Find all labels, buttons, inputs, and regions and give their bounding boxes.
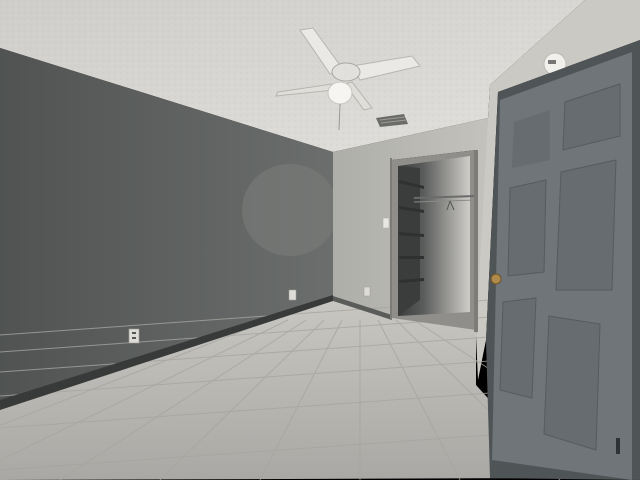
fan-light xyxy=(327,81,353,105)
door-panel xyxy=(543,315,601,451)
closet xyxy=(390,150,478,332)
doorknob-icon[interactable] xyxy=(490,273,502,285)
window-reflection xyxy=(242,164,338,256)
door[interactable] xyxy=(486,40,640,480)
bedroom-photo xyxy=(0,0,640,480)
electrical-outlet-icon xyxy=(288,289,297,301)
door-panel xyxy=(555,159,617,291)
light-switch[interactable] xyxy=(382,217,390,229)
electrical-outlet-icon xyxy=(363,286,371,297)
door-panel xyxy=(507,179,547,277)
door-hinge xyxy=(616,438,620,454)
door-panel xyxy=(499,297,537,399)
electrical-outlet-icon xyxy=(128,328,140,344)
